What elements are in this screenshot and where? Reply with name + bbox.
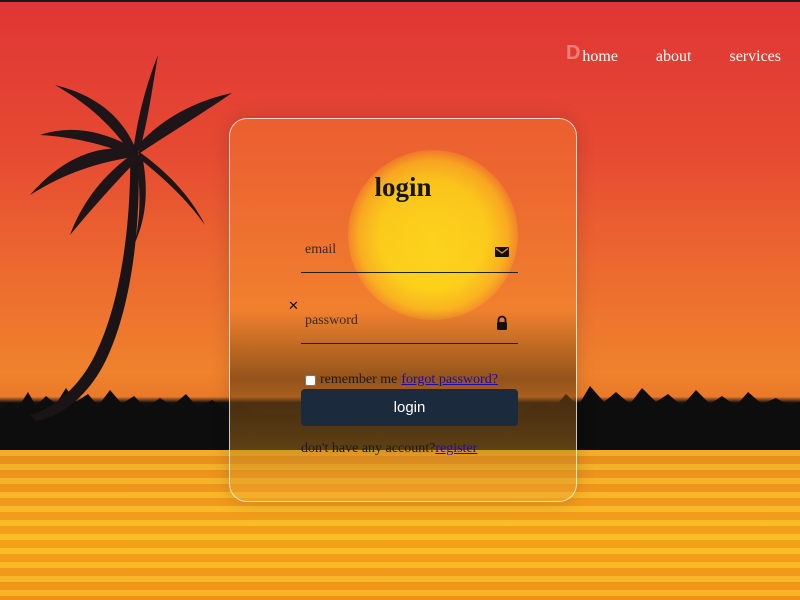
login-title: login: [374, 172, 432, 202]
email-input[interactable]: [301, 232, 490, 268]
nav-item-home[interactable]: home: [582, 48, 618, 70]
email-field: [301, 232, 518, 273]
no-account-text: don't have any account?: [301, 441, 436, 456]
login-button[interactable]: login: [301, 389, 518, 426]
top-nav: home about services: [582, 48, 800, 70]
nav-item-services[interactable]: services: [729, 48, 781, 70]
login-card: login ✕ remember me forgot password? log…: [229, 118, 577, 502]
register-link[interactable]: register: [435, 441, 477, 456]
close-icon[interactable]: ✕: [288, 299, 299, 314]
remember-row: remember me forgot password?: [305, 372, 498, 388]
password-field: [301, 303, 518, 344]
remember-checkbox[interactable]: [305, 374, 316, 386]
palm-tree: [30, 55, 232, 421]
top-border: [0, 0, 800, 2]
register-row: don't have any account?register: [301, 441, 477, 457]
forgot-password-link[interactable]: forgot password?: [401, 372, 498, 388]
envelope-icon: [495, 247, 509, 257]
remember-label: remember me: [320, 372, 398, 387]
lock-icon: [497, 315, 507, 330]
password-input[interactable]: [301, 303, 490, 339]
nav-item-about[interactable]: about: [656, 48, 692, 70]
